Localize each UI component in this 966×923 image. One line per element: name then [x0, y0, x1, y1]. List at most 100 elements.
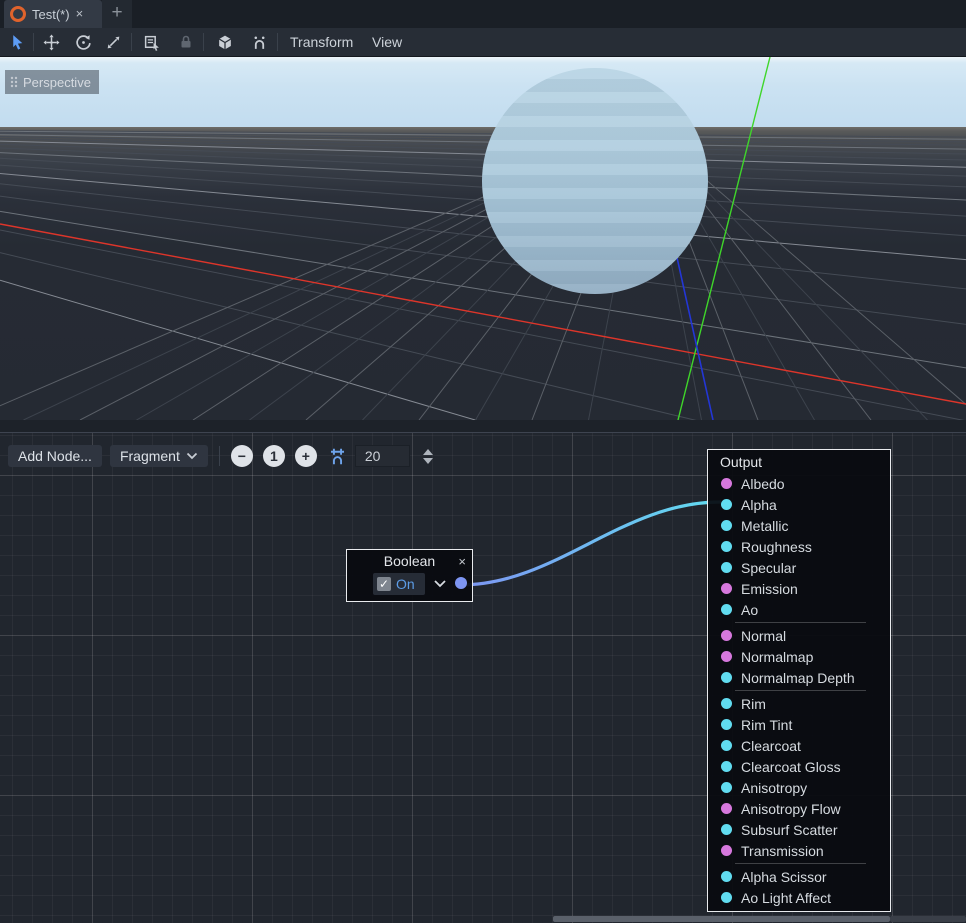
- port-label: Clearcoat: [741, 738, 801, 754]
- port-specular[interactable]: [721, 562, 732, 573]
- select-tool-icon: [9, 34, 26, 51]
- output-port-row: Clearcoat Gloss: [708, 756, 890, 777]
- snap-distance-stepper[interactable]: [423, 449, 433, 464]
- zoom-in-button[interactable]: +: [295, 445, 317, 467]
- port-subsurf-scatter[interactable]: [721, 824, 732, 835]
- output-port-row: Normal: [708, 625, 890, 646]
- port-anisotropy-flow[interactable]: [721, 803, 732, 814]
- mesh-cube-icon: [216, 34, 234, 51]
- view-menu[interactable]: View: [366, 28, 408, 57]
- mesh-button[interactable]: [212, 31, 238, 53]
- panel-divider[interactable]: [0, 420, 966, 433]
- output-port-row: Normalmap: [708, 646, 890, 667]
- port-ao[interactable]: [721, 604, 732, 615]
- output-port-row: Anisotropy Flow: [708, 798, 890, 819]
- boolean-node-titlebar[interactable]: Boolean ×: [347, 550, 472, 572]
- sky-background: [0, 57, 966, 127]
- transform-menu[interactable]: Transform: [284, 28, 359, 57]
- new-tab-button[interactable]: +: [102, 0, 132, 28]
- port-label: Specular: [741, 560, 796, 576]
- tab-close-icon[interactable]: ×: [76, 0, 84, 28]
- port-normalmap-depth[interactable]: [721, 672, 732, 683]
- select-tool-button[interactable]: [4, 31, 30, 53]
- output-port-row: Specular: [708, 557, 890, 578]
- port-clearcoat-gloss[interactable]: [721, 761, 732, 772]
- drag-dots-icon: [10, 74, 18, 90]
- output-port-row: Emission: [708, 578, 890, 599]
- port-transmission[interactable]: [721, 845, 732, 856]
- port-normalmap[interactable]: [721, 651, 732, 662]
- move-tool-button[interactable]: [38, 31, 64, 53]
- port-label: Albedo: [741, 476, 785, 492]
- rotate-tool-button[interactable]: [70, 31, 96, 53]
- port-label: Subsurf Scatter: [741, 822, 838, 838]
- close-icon[interactable]: ×: [458, 550, 466, 573]
- output-port-row: Rim: [708, 693, 890, 714]
- port-label: Alpha: [741, 497, 777, 513]
- scale-tool-button[interactable]: [100, 31, 126, 53]
- port-label: Roughness: [741, 539, 812, 555]
- port-anisotropy[interactable]: [721, 782, 732, 793]
- output-port-row: Normalmap Depth: [708, 667, 890, 688]
- port-rim[interactable]: [721, 698, 732, 709]
- snap-3d-button[interactable]: [246, 31, 272, 53]
- port-albedo[interactable]: [721, 478, 732, 489]
- output-node[interactable]: Output AlbedoAlphaMetallicRoughnessSpecu…: [707, 449, 891, 912]
- boolean-node-title: Boolean: [384, 553, 435, 569]
- port-label: Clearcoat Gloss: [741, 759, 841, 775]
- toolbar-separator: [219, 446, 220, 466]
- stage-dropdown-label: Fragment: [120, 445, 180, 467]
- boolean-node-body: ✓ On: [347, 572, 472, 601]
- stepper-down-icon[interactable]: [423, 458, 433, 464]
- output-port-row: Ao Light Affect: [708, 887, 890, 908]
- port-alpha[interactable]: [721, 499, 732, 510]
- port-label: Anisotropy Flow: [741, 801, 841, 817]
- shader-graph-editor[interactable]: Add Node... Fragment − 1 + 20: [0, 433, 966, 923]
- rotate-tool-icon: [75, 34, 92, 51]
- output-port-row: Anisotropy: [708, 777, 890, 798]
- port-group-separator: [735, 863, 866, 864]
- port-label: Ao: [741, 602, 758, 618]
- port-normal[interactable]: [721, 630, 732, 641]
- output-port-row: Transmission: [708, 840, 890, 861]
- sphere-mesh: [482, 68, 708, 294]
- scale-tool-icon: [105, 34, 122, 51]
- port-clearcoat[interactable]: [721, 740, 732, 751]
- port-rim-tint[interactable]: [721, 719, 732, 730]
- port-label: Ao Light Affect: [741, 890, 831, 906]
- output-port-row: Alpha: [708, 494, 890, 515]
- stage-dropdown[interactable]: Fragment: [110, 445, 208, 467]
- toolbar-separator: [203, 33, 204, 51]
- perspective-menu[interactable]: Perspective: [5, 70, 99, 94]
- port-group-separator: [735, 622, 866, 623]
- add-node-button[interactable]: Add Node...: [8, 445, 102, 467]
- select-list-button[interactable]: [139, 31, 165, 53]
- chevron-down-icon: [186, 452, 198, 460]
- checkbox-checked-icon[interactable]: ✓: [377, 577, 391, 591]
- lock-button[interactable]: [173, 31, 199, 53]
- chevron-down-icon[interactable]: [433, 579, 447, 588]
- scene-tab[interactable]: Test(*) ×: [4, 0, 102, 28]
- port-roughness[interactable]: [721, 541, 732, 552]
- viewport-3d[interactable]: Perspective: [0, 57, 966, 420]
- zoom-out-button[interactable]: −: [231, 445, 253, 467]
- perspective-label: Perspective: [23, 75, 91, 90]
- boolean-value-toggle[interactable]: ✓ On: [373, 573, 425, 595]
- boolean-node[interactable]: Boolean × ✓ On: [346, 549, 473, 602]
- port-ao-light-affect[interactable]: [721, 892, 732, 903]
- zoom-reset-button[interactable]: 1: [263, 445, 285, 467]
- boolean-output-port[interactable]: [455, 577, 467, 589]
- port-emission[interactable]: [721, 583, 732, 594]
- snap-toggle-button[interactable]: [328, 447, 347, 466]
- output-port-row: Alpha Scissor: [708, 866, 890, 887]
- stepper-up-icon[interactable]: [423, 449, 433, 455]
- port-alpha-scissor[interactable]: [721, 871, 732, 882]
- port-metallic[interactable]: [721, 520, 732, 531]
- port-group-separator: [735, 690, 866, 691]
- output-node-title: Output: [708, 450, 890, 473]
- select-list-icon: [143, 34, 161, 51]
- port-label: Normal: [741, 628, 786, 644]
- snap-distance-field[interactable]: 20: [355, 445, 410, 467]
- snap-magnet-icon: [251, 34, 268, 51]
- horizontal-scrollbar-thumb[interactable]: [553, 916, 890, 922]
